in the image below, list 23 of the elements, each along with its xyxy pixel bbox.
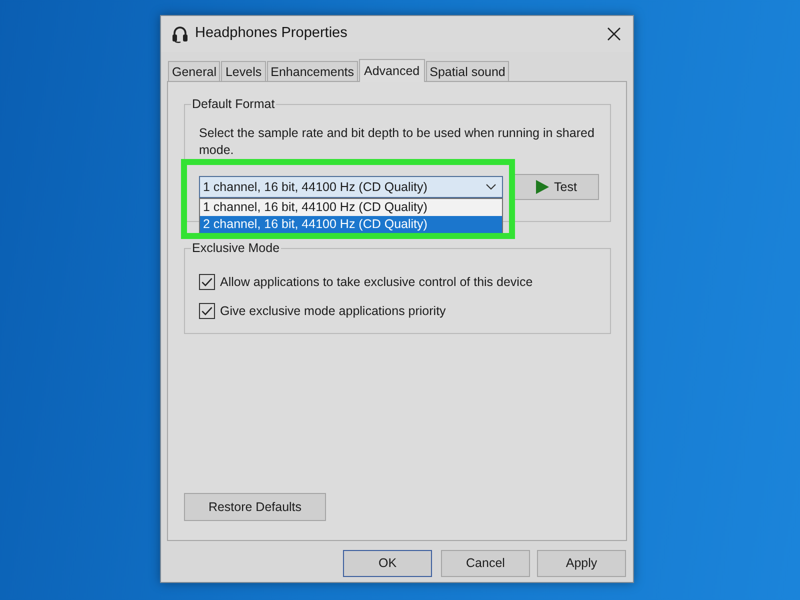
test-button[interactable]: Test (514, 174, 599, 200)
description-text: Select the sample rate and bit depth to be used when running in shared mode. (199, 125, 596, 159)
close-icon[interactable] (607, 27, 621, 41)
chevron-down-icon (486, 184, 496, 190)
window-title: Headphones Properties (195, 24, 348, 44)
checkbox[interactable] (199, 303, 215, 319)
play-icon (536, 180, 550, 194)
checkbox-label[interactable]: Allow applications to take exclusive control of this device (220, 272, 533, 292)
tab[interactable]: Enhancements (266, 61, 358, 81)
tab[interactable]: General (168, 61, 220, 81)
checkbox[interactable] (199, 274, 215, 290)
apply-button[interactable]: Apply (537, 550, 626, 577)
restore-defaults-button[interactable]: Restore Defaults (184, 493, 326, 521)
format-dropdown[interactable]: 1 channel, 16 bit, 44100 Hz (CD Quality) (199, 176, 503, 198)
cancel-button[interactable]: Cancel (441, 550, 530, 577)
ok-button[interactable]: OK (343, 550, 432, 577)
checkbox-label[interactable]: Give exclusive mode applications priority (220, 302, 446, 320)
dropdown-option[interactable]: 1 channel, 16 bit, 44100 Hz (CD Quality) (200, 199, 502, 216)
dropdown-option[interactable]: 2 channel, 16 bit, 44100 Hz (CD Quality) (200, 216, 502, 233)
tab[interactable]: Spatial sound (426, 61, 510, 81)
tab[interactable]: Levels (221, 61, 266, 81)
headphones-icon (172, 25, 188, 43)
tab[interactable]: Advanced (359, 59, 425, 82)
